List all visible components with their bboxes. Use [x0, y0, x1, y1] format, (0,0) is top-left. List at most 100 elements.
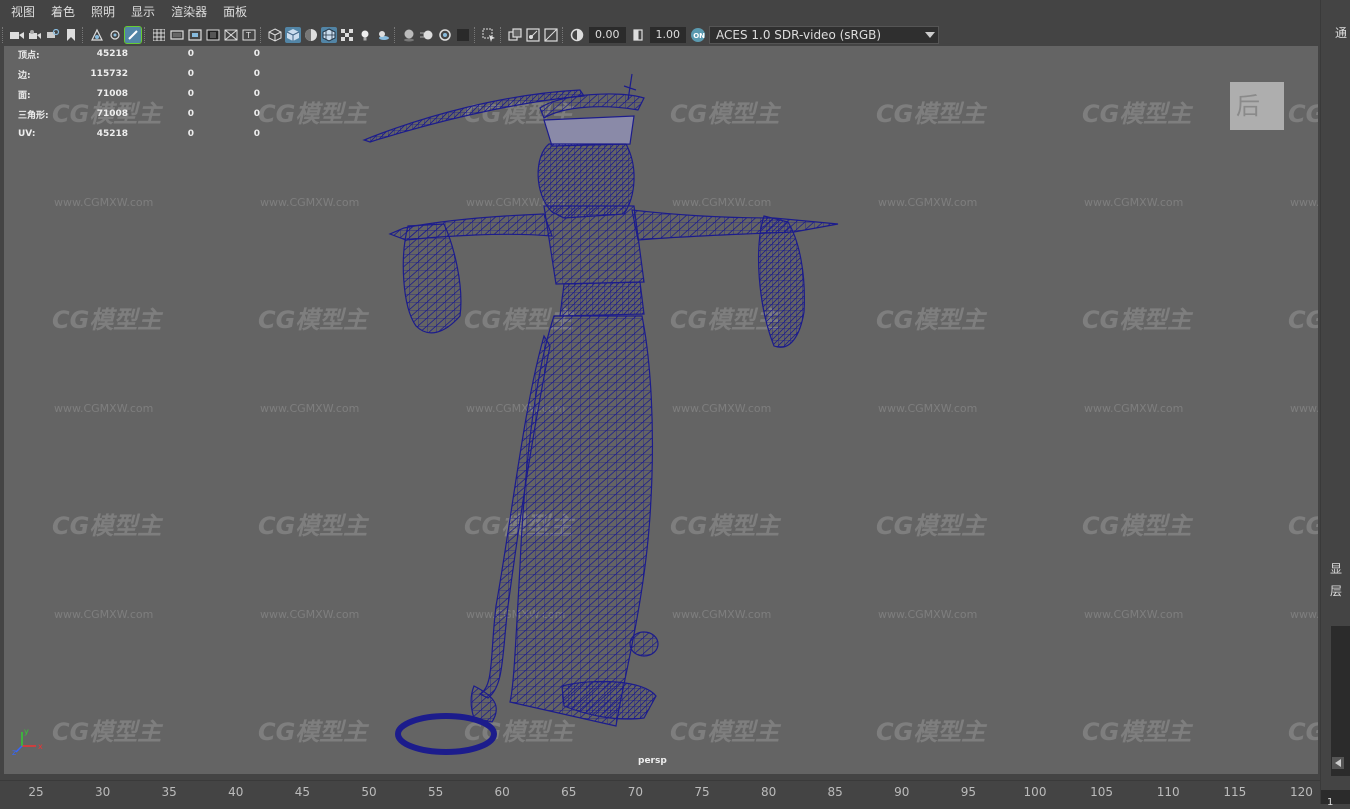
gamma-icon[interactable]: [630, 27, 646, 43]
frame-field[interactable]: 1: [1321, 790, 1350, 808]
menu-shading[interactable]: 着色: [43, 0, 83, 24]
hud-row-vertices: 顶点: 45218 0 0: [18, 46, 260, 64]
toolbar-separator: [394, 27, 398, 43]
menu-panels[interactable]: 面板: [215, 0, 255, 24]
timeline-tick-label: 90: [894, 785, 910, 799]
3d-viewport[interactable]: CG模型主CG模型主CG模型主CG模型主CG模型主CG模型主CG模型主CG模型主…: [4, 46, 1318, 774]
wireframe-icon[interactable]: [267, 27, 283, 43]
hud-label: 边:: [18, 70, 31, 81]
menu-renderer[interactable]: 渲染器: [163, 0, 215, 24]
xray-joints-icon[interactable]: [525, 27, 541, 43]
axis-y-label: y: [24, 727, 29, 736]
camera-tumble-icon[interactable]: [45, 27, 61, 43]
gamma-field[interactable]: 1.00: [649, 27, 686, 43]
timeline-tick-label: 35: [161, 785, 177, 799]
gate-mask-icon[interactable]: [205, 27, 221, 43]
model-mesh: [362, 73, 839, 755]
hud-value: 71008: [96, 89, 128, 99]
timeline-tick-label: 80: [760, 785, 777, 799]
hud-value: 0: [187, 49, 194, 59]
menu-show[interactable]: 显示: [123, 0, 163, 24]
hud-label: 面:: [18, 90, 31, 101]
field-chart-icon[interactable]: [223, 27, 239, 43]
hud-value: 45218: [96, 49, 128, 59]
timeline-tick-label: 115: [1223, 785, 1247, 799]
axis-x-label: x: [38, 742, 43, 751]
layer-editor-display-tab[interactable]: 显: [1330, 560, 1342, 577]
screen-space-ao-icon[interactable]: [401, 27, 417, 43]
timeline-tick-label: 25: [28, 785, 44, 799]
xray-active-components-icon[interactable]: [543, 27, 559, 43]
isolate-select-icon[interactable]: [481, 27, 497, 43]
film-gate-icon[interactable]: [169, 27, 185, 43]
timeline-tick-label: 105: [1090, 785, 1114, 799]
motion-blur-icon[interactable]: [419, 27, 435, 43]
toolbar-separator: [82, 27, 86, 43]
exposure-field[interactable]: 0.00: [589, 27, 626, 43]
frame-value: 1: [1327, 797, 1334, 808]
color-space-label: ACES 1.0 SDR-video (sRGB): [716, 28, 882, 42]
timeline-tick-label: 45: [294, 785, 311, 799]
timeline-tick-label: 55: [427, 785, 444, 799]
image-plane-settings-icon[interactable]: [107, 27, 123, 43]
use-all-lights-icon[interactable]: [357, 27, 373, 43]
resolution-gate-icon[interactable]: [187, 27, 203, 43]
hud-value: 0: [187, 129, 194, 139]
chevron-down-icon: [922, 27, 938, 43]
hud-label: UV:: [18, 129, 36, 139]
safe-action-icon[interactable]: T: [241, 27, 257, 43]
hud-value: 0: [187, 109, 194, 119]
axis-gizmo: x y z: [12, 727, 43, 756]
toolbar-separator: [2, 27, 6, 43]
depth-of-field-icon[interactable]: [455, 27, 471, 43]
timeline-tick-label: 60: [494, 785, 510, 799]
textured-icon[interactable]: [339, 27, 355, 43]
hud-label: 顶点:: [18, 50, 40, 61]
character-wireframe-model[interactable]: [4, 46, 1318, 774]
hud-row-triangles: 三角形: 71008 0 0: [18, 104, 260, 124]
hud-row-uvs: UV: 45218 0 0: [18, 124, 260, 144]
hud-value: 0: [187, 69, 194, 79]
hud-value: 71008: [96, 109, 128, 119]
exposure-icon[interactable]: [569, 27, 585, 43]
bookmark-icon[interactable]: [63, 27, 79, 43]
camera-icon[interactable]: [9, 27, 25, 43]
timeline-tick-label: 85: [827, 785, 843, 799]
toolbar-separator: [260, 27, 264, 43]
time-slider[interactable]: 25 30 35 40 45 50 55 60 65 70 75 80 85 90 95 100 105 110 1…: [0, 780, 1320, 804]
panel-toolbar: T 0.00 1.00 ON ACES 1.0 SDR-video (sRGB): [0, 24, 1320, 46]
hud-value: 0: [253, 89, 260, 99]
shadows-icon[interactable]: [375, 27, 391, 43]
color-space-dropdown[interactable]: ACES 1.0 SDR-video (sRGB): [709, 26, 939, 44]
timeline-tick-label: 110: [1156, 785, 1180, 799]
smooth-shade-icon[interactable]: [285, 27, 301, 43]
menu-view[interactable]: 视图: [0, 0, 43, 24]
timeline-tick-label: 75: [694, 785, 710, 799]
menu-lighting[interactable]: 照明: [83, 0, 123, 24]
hud-value: 0: [253, 109, 260, 119]
timeline-tick-label: 120: [1289, 785, 1313, 799]
svg-text:T: T: [245, 31, 251, 40]
hud-row-edges: 边: 115732 0 0: [18, 64, 260, 84]
right-dock-panel: 通 显 层 1: [1320, 0, 1350, 808]
camera-attributes-icon[interactable]: [27, 27, 43, 43]
anti-aliasing-icon[interactable]: [437, 27, 453, 43]
layer-editor-layers-tab[interactable]: 层: [1330, 582, 1342, 599]
svg-text:ON: ON: [693, 32, 705, 40]
color-management-icon[interactable]: ON: [690, 27, 706, 43]
grease-pencil-icon[interactable]: [124, 26, 142, 44]
image-plane-icon[interactable]: [89, 27, 105, 43]
timeline-tick-label: 30: [94, 785, 111, 799]
toolbar-separator: [500, 27, 504, 43]
toolbar-separator: [474, 27, 478, 43]
timeline-tick-label: 65: [561, 785, 577, 799]
layer-list[interactable]: [1331, 626, 1350, 776]
channel-box-tab[interactable]: 通: [1335, 24, 1347, 41]
poly-count-hud: 顶点: 45218 0 0 边: 115732 0 0 面: 71008 0 0…: [18, 46, 260, 144]
wireframe-on-shaded-icon[interactable]: [321, 27, 337, 43]
xray-icon[interactable]: [507, 27, 523, 43]
scroll-left-icon[interactable]: [1332, 757, 1344, 769]
default-material-icon[interactable]: [303, 27, 319, 43]
hud-value: 0: [253, 49, 260, 59]
grid-icon[interactable]: [151, 27, 167, 43]
